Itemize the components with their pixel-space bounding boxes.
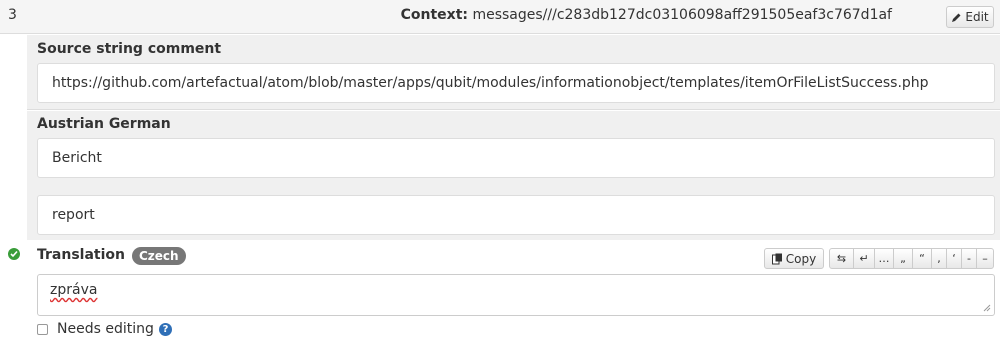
special-char-newline[interactable]: ↵ bbox=[853, 248, 875, 269]
special-char-low-quote[interactable]: „ bbox=[893, 248, 913, 269]
secondary-language-title: Austrian German bbox=[37, 116, 171, 132]
translation-title: Translation bbox=[37, 247, 125, 263]
edit-button-label: Edit bbox=[965, 10, 989, 24]
special-char-single-quote[interactable]: ‘ bbox=[946, 248, 962, 269]
needs-editing-label: Needs editing bbox=[57, 321, 154, 337]
context-value: messages///c283db127dc03106098aff291505e… bbox=[472, 7, 892, 23]
copy-button[interactable]: Copy bbox=[764, 248, 824, 269]
help-icon[interactable]: ? bbox=[159, 323, 172, 336]
translation-text: zpráva bbox=[50, 282, 98, 298]
edit-button[interactable]: Edit bbox=[946, 6, 994, 28]
special-char-hyphen[interactable]: - bbox=[961, 248, 977, 269]
copy-icon bbox=[771, 253, 782, 264]
copy-button-label: Copy bbox=[785, 251, 817, 266]
source-comment-title: Source string comment bbox=[37, 41, 222, 57]
secondary-language-panel: Austrian German Bericht report bbox=[27, 111, 1000, 240]
special-char-tab[interactable]: ⇆ bbox=[829, 248, 854, 269]
language-badge: Czech bbox=[132, 247, 186, 265]
pencil-icon bbox=[952, 13, 961, 22]
special-char-high-quote[interactable]: “ bbox=[912, 248, 932, 269]
special-char-ellipsis[interactable]: … bbox=[874, 248, 894, 269]
resize-grip-icon[interactable] bbox=[983, 304, 991, 312]
source-comment-panel: Source string comment https://github.com… bbox=[27, 35, 1000, 110]
special-char-low-single-quote[interactable]: , bbox=[931, 248, 947, 269]
source-comment-value: https://github.com/artefactual/atom/blob… bbox=[37, 63, 995, 103]
approved-check-icon bbox=[8, 248, 20, 260]
secondary-translation-text: report bbox=[37, 195, 995, 235]
secondary-source-text: Bericht bbox=[37, 138, 995, 178]
row-number: 3 bbox=[8, 7, 17, 23]
context-line: Context: messages///c283db127dc03106098a… bbox=[401, 7, 892, 23]
needs-editing-checkbox[interactable] bbox=[37, 324, 48, 335]
context-label: Context: bbox=[400, 7, 468, 23]
translation-textarea[interactable]: zpráva bbox=[37, 274, 995, 316]
left-gutter bbox=[0, 35, 27, 240]
special-char-en-dash[interactable]: – bbox=[976, 248, 994, 269]
